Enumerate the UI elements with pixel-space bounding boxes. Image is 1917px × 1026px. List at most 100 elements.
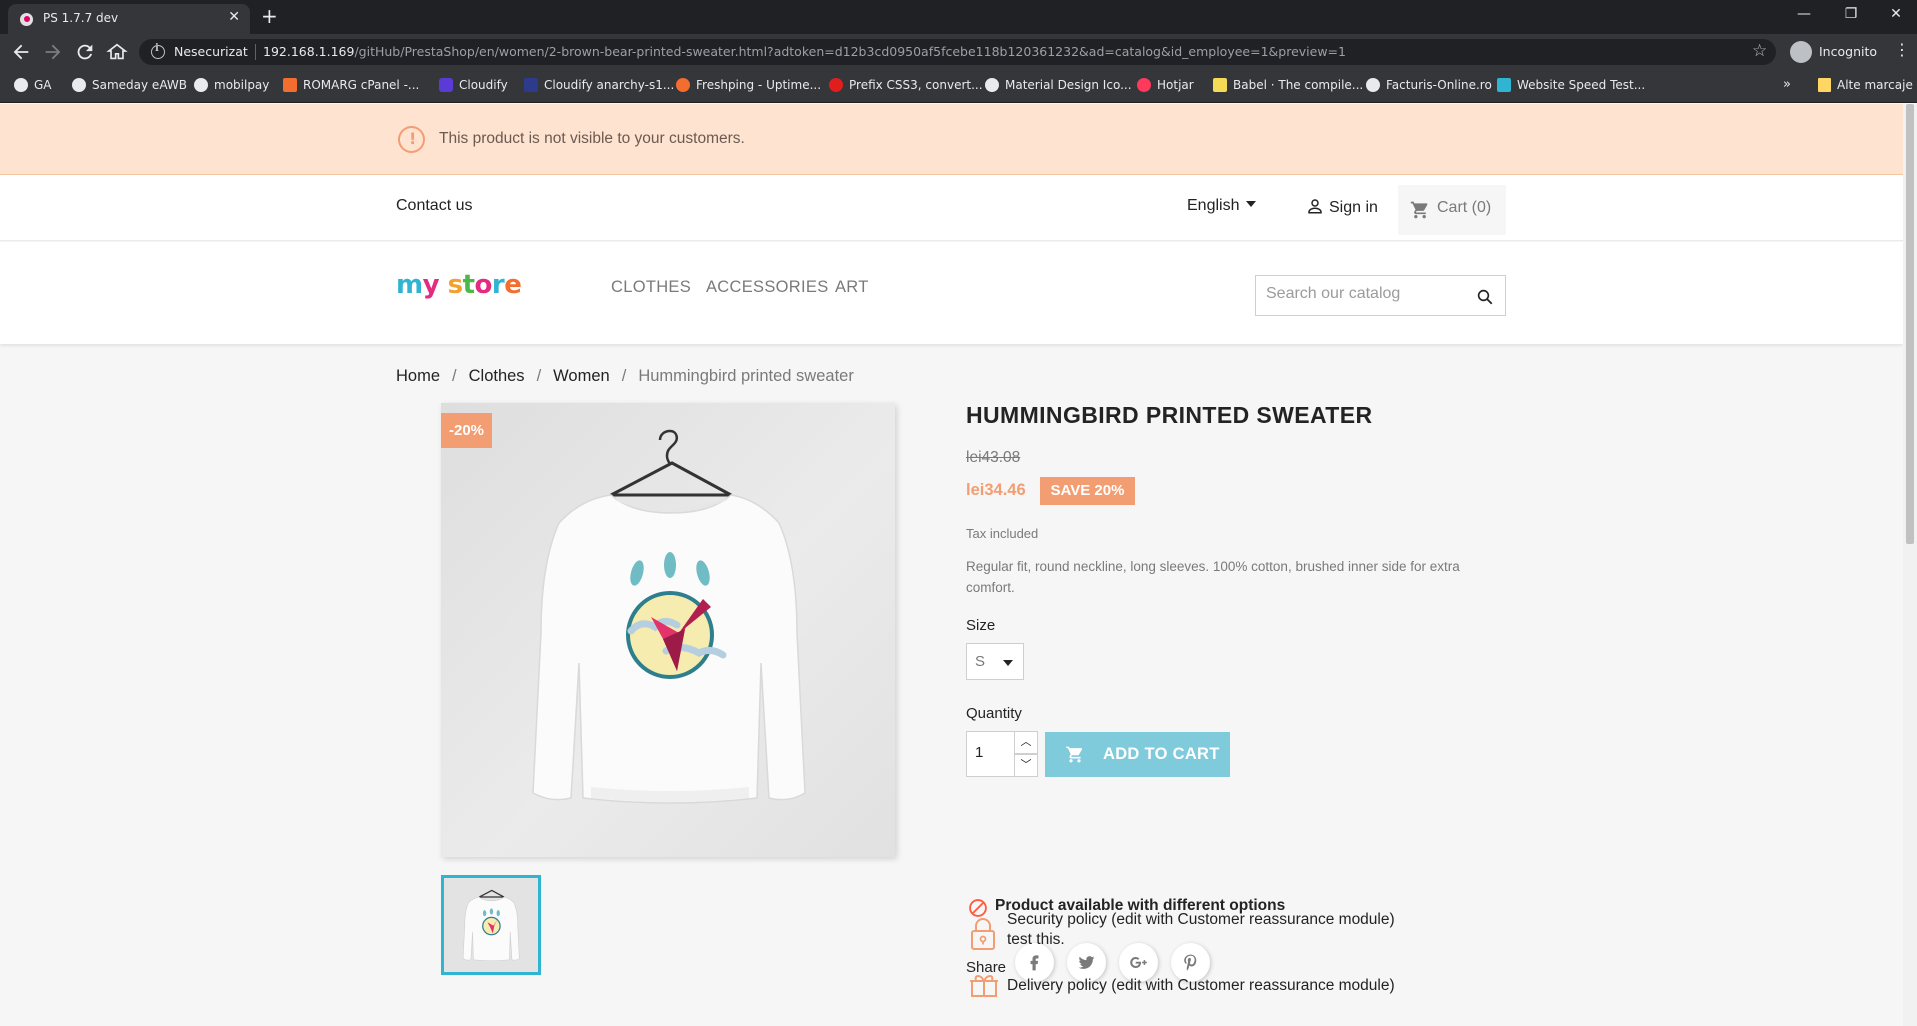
breadcrumb-separator: / [536,367,542,385]
breadcrumb-women[interactable]: Women [553,367,610,385]
bookmark-item[interactable]: Prefix CSS3, convert... [829,78,983,96]
bookmark-label: Sameday eAWB [92,78,187,92]
delivery-policy-line1: Delivery policy (edit with Customer reas… [1007,977,1395,994]
shopping-cart-icon [1410,201,1428,219]
quantity-increase-button[interactable]: ︿ [1014,731,1038,754]
bookmark-label: Cloudify [459,78,508,92]
tab-close-icon[interactable]: ✕ [228,9,240,25]
site-info-icon[interactable] [151,43,165,59]
language-selector[interactable]: English [1187,197,1257,215]
more-bookmarks-icon[interactable]: » [1783,77,1791,92]
contact-link[interactable]: Contact us [396,197,472,215]
tax-label: Tax included [966,526,1039,541]
tab-title: PS 1.7.7 dev [43,11,119,25]
gift-icon [970,975,998,997]
breadcrumb: Home / Clothes / Women / Hummingbird printed s… [396,367,854,386]
menu-item-accessories[interactable]: ACCESSORIES [706,278,829,297]
cloudify-icon [439,78,453,92]
bookmarks-bar: GA Sameday eAWB mobilpay ROMARG cPanel -… [0,70,1917,103]
forward-icon[interactable] [42,41,64,63]
bookmark-label: Freshping - Uptime... [696,78,822,92]
chevron-down-icon: ﹀ [1020,758,1032,771]
shopping-cart-icon [1066,746,1083,763]
security-policy-line2: test this. [1007,931,1065,948]
minimize-icon[interactable]: — [1789,6,1819,22]
browser-menu-icon[interactable]: ⋮ [1894,40,1910,59]
bookmark-globe-icon [72,78,86,92]
pinterest-icon [1184,954,1197,971]
incognito-indicator[interactable]: Incognito [1790,39,1890,65]
bookmark-label: mobilpay [214,78,270,92]
cart-button[interactable]: Cart (0) [1398,185,1506,235]
cpanel-icon [283,78,297,92]
speedtest-icon [1497,78,1511,92]
add-to-cart-button[interactable]: ADD TO CART [1045,732,1230,777]
url-text[interactable]: 192.168.1.169/gitHub/PrestaShop/en/women… [263,44,1346,59]
bookmark-item[interactable]: mobilpay [194,78,269,96]
breadcrumb-separator: / [621,367,627,385]
home-icon[interactable] [106,41,128,63]
quantity-input[interactable] [975,744,1015,761]
bookmark-item[interactable]: Facturis-Online.ro [1366,78,1492,96]
search-input[interactable] [1266,285,1466,303]
breadcrumb-home[interactable]: Home [396,367,440,385]
header-nav: Contact us English Sign in Cart (0) [0,175,1903,241]
size-select[interactable]: S [966,643,1024,680]
menu-item-art[interactable]: ART [835,278,869,297]
browser-toolbar: Nesecurizat 192.168.1.169/gitHub/PrestaS… [0,34,1917,70]
bookmark-star-icon[interactable]: ☆ [1752,41,1767,61]
sweater-illustration [532,429,806,804]
store-logo[interactable]: my store [396,270,522,300]
notice-text: This product is not visible to your cust… [439,130,745,147]
bookmark-item[interactable]: Cloudify [439,78,508,96]
language-label: English [1187,197,1240,214]
bookmark-item[interactable]: Freshping - Uptime... [676,78,821,96]
sign-in-link[interactable]: Sign in [1306,197,1378,217]
bookmark-item[interactable]: Babel · The compile... [1213,78,1363,96]
window-close-icon[interactable]: ✕ [1881,6,1911,22]
prestashop-favicon-icon [20,13,33,26]
url-host: 192.168.1.169 [263,44,355,59]
bookmark-item[interactable]: GA [14,78,52,96]
bookmark-label: Facturis-Online.ro [1386,78,1492,92]
cart-label: Cart (0) [1437,199,1492,216]
omnibox-divider [255,44,256,60]
back-icon[interactable] [10,41,32,63]
delivery-policy-text: Delivery policy (edit with Customer reas… [1007,976,1395,996]
address-bar[interactable]: Nesecurizat 192.168.1.169/gitHub/PrestaS… [139,39,1776,65]
product-main-image[interactable] [441,403,895,857]
browser-tab[interactable]: PS 1.7.7 dev ✕ [8,4,250,34]
restore-icon[interactable]: ❐ [1836,6,1866,22]
bookmark-label: ROMARG cPanel -... [303,78,420,92]
bookmark-globe-icon [1366,78,1380,92]
bookmark-label: Prefix CSS3, convert... [849,78,983,92]
add-to-cart-label: ADD TO CART [1103,745,1220,763]
header-main: my store CLOTHES ACCESSORIES ART [0,242,1903,344]
bookmark-item[interactable]: Sameday eAWB [72,78,187,96]
reload-icon[interactable] [74,41,96,63]
bookmark-item[interactable]: Material Design Ico... [985,78,1132,96]
page-scrollbar[interactable] [1903,104,1917,1026]
bookmark-item[interactable]: Hotjar [1137,78,1194,96]
search-icon[interactable] [1476,288,1494,306]
facebook-icon [1030,955,1039,971]
bookmark-item[interactable]: ROMARG cPanel -... [283,78,419,96]
url-path: /gitHub/PrestaShop/en/women/2-brown-bear… [354,44,1346,59]
current-price: lei34.46 [966,481,1026,499]
scrollbar-thumb[interactable] [1906,104,1914,544]
hotjar-icon [1137,78,1151,92]
incognito-label: Incognito [1819,44,1878,59]
new-tab-icon[interactable]: + [261,4,278,28]
breadcrumb-clothes[interactable]: Clothes [469,367,525,385]
bookmark-item[interactable]: Cloudify anarchy-s1... [524,78,674,96]
bookmark-label: GA [34,78,52,92]
other-bookmarks[interactable]: Alte marcaje [1818,78,1913,92]
bookmark-item[interactable]: Website Speed Test... [1497,78,1645,96]
size-label: Size [966,617,996,634]
menu-item-clothes[interactable]: CLOTHES [611,278,691,297]
bookmark-globe-icon [14,78,28,92]
quantity-decrease-button[interactable]: ﹀ [1014,754,1038,777]
bookmark-label: Website Speed Test... [1517,78,1646,92]
product-thumbnail[interactable] [441,875,541,975]
other-bookmarks-label: Alte marcaje [1837,78,1913,92]
